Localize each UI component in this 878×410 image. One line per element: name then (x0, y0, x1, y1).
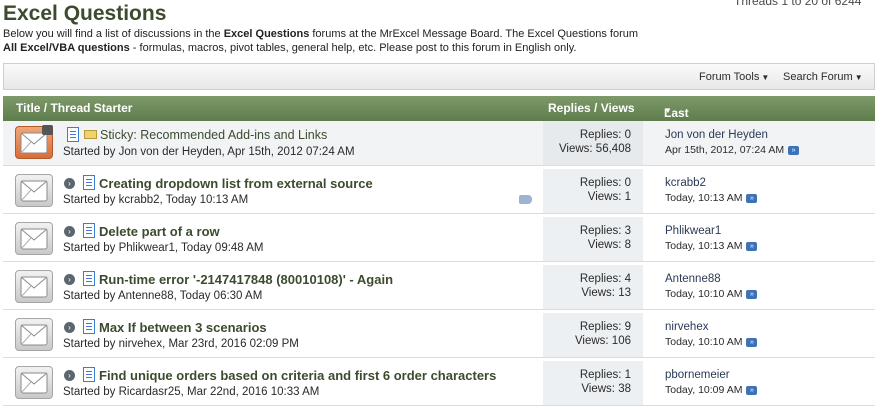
thread-title-link[interactable]: Find unique orders based on criteria and… (99, 368, 496, 383)
thread-title-link[interactable]: Delete part of a row (99, 224, 220, 239)
last-post-cell: nirvehex Today, 10:10 AM» (643, 313, 875, 357)
go-to-last-post-icon[interactable]: » (788, 145, 800, 155)
last-post-time: Today, 10:09 AM» (665, 384, 758, 396)
envelope-icon (15, 318, 53, 351)
thread-row: › Find unique orders based on criteria an… (3, 361, 875, 406)
sort-replies-link[interactable]: Replies / Views (548, 101, 635, 115)
views-count: Views: 1 (587, 191, 631, 203)
thread-main-cell: Sticky: Recommended Add-ins and Links Sta… (3, 121, 543, 165)
envelope-icon (15, 366, 53, 399)
views-count: Views: 56,408 (558, 143, 631, 155)
envelope-icon (15, 222, 53, 255)
envelope-icon (15, 270, 53, 303)
forum-description: Below you will find a list of discussion… (3, 28, 639, 54)
document-icon (83, 367, 95, 382)
thread-stats-cell: Replies: 3 Views: 8 (543, 217, 643, 261)
thread-starter: Started by Jon von der Heyden, Apr 15th,… (63, 146, 355, 158)
forum-tools-menu[interactable]: Forum Tools ▼ (699, 71, 769, 83)
last-post-cell: Jon von der Heyden Apr 15th, 2012, 07:24 … (643, 121, 875, 165)
thread-starter: Started by Ricardasr25, Mar 22nd, 2016 1… (63, 386, 320, 398)
thread-starter: Started by nirvehex, Mar 23rd, 2016 02:0… (63, 338, 299, 350)
thread-title-link[interactable]: Run-time error '-2147417848 (80010108)' … (99, 272, 393, 287)
last-post-user-link[interactable]: Jon von der Heyden (665, 129, 768, 141)
chevron-down-icon: ▼ (761, 73, 770, 82)
document-icon (83, 319, 95, 334)
thread-row: › Run-time error '-2147417848 (80010108)'… (3, 265, 875, 310)
go-to-first-unread-icon[interactable]: › (64, 322, 75, 333)
thread-stats-cell: Replies: 0 Views: 56,408 (543, 121, 643, 165)
go-to-last-post-icon[interactable]: » (746, 337, 758, 347)
mail-icon (84, 130, 97, 139)
go-to-first-unread-icon[interactable]: › (64, 178, 75, 189)
last-post-cell: pbornemeier Today, 10:09 AM» (643, 361, 875, 405)
thread-starter: Started by Antenne88, Today 06:30 AM (63, 290, 263, 302)
go-to-last-post-icon[interactable]: » (746, 289, 758, 299)
thread-main-cell: › Max If between 3 scenarios Started by ni… (3, 313, 543, 357)
document-icon (83, 175, 95, 190)
go-to-last-post-icon[interactable]: » (746, 193, 758, 203)
last-post-time: Apr 15th, 2012, 07:24 AM» (665, 144, 800, 156)
search-forum-menu[interactable]: Search Forum ▼ (783, 71, 863, 83)
thread-main-cell: › Creating dropdown list from external so… (3, 169, 543, 213)
thread-starter: Started by Phlikwear1, Today 09:48 AM (63, 242, 264, 254)
thread-main-cell: › Run-time error '-2147417848 (80010108)'… (3, 265, 543, 309)
thread-main-cell: › Delete part of a row Started by Phlikwea… (3, 217, 543, 261)
chevron-down-icon: ▼ (854, 73, 863, 82)
thread-list-header: Title / Thread Starter Replies / Views L… (3, 96, 875, 148)
replies-count: Replies: 0 (579, 177, 631, 189)
thread-title-link[interactable]: Max If between 3 scenarios (99, 320, 267, 335)
thread-stats-cell: Replies: 1 Views: 38 (543, 361, 643, 405)
last-post-time: Today, 10:13 AM» (665, 240, 758, 252)
envelope-icon (15, 174, 53, 207)
go-to-first-unread-icon[interactable]: › (64, 226, 75, 237)
thread-starter: Started by kcrabb2, Today 10:13 AM (63, 194, 249, 206)
last-post-time: Today, 10:10 AM» (665, 288, 758, 300)
go-to-first-unread-icon[interactable]: › (64, 370, 75, 381)
page-title: Excel Questions (3, 2, 167, 25)
thread-main-cell: › Find unique orders based on criteria an… (3, 361, 543, 405)
last-post-user-link[interactable]: pbornemeier (665, 369, 730, 381)
views-count: Views: 13 (581, 287, 631, 299)
thread-title-link[interactable]: Creating dropdown list from external sou… (99, 176, 373, 191)
thread-row: Sticky: Recommended Add-ins and Links Sta… (3, 121, 875, 166)
last-post-cell: Antenne88 Today, 10:10 AM» (643, 265, 875, 309)
thread-stats-cell: Replies: 0 Views: 1 (543, 169, 643, 213)
last-post-time: Today, 10:13 AM» (665, 192, 758, 204)
replies-count: Replies: 4 (579, 273, 631, 285)
replies-count: Replies: 1 (579, 369, 631, 381)
sort-title-link[interactable]: Title / Thread Starter (16, 101, 132, 115)
last-post-time: Today, 10:10 AM» (665, 336, 758, 348)
thread-row: › Creating dropdown list from external so… (3, 169, 875, 214)
go-to-last-post-icon[interactable]: » (746, 241, 758, 251)
forum-toolbar: Forum Tools ▼ Search Forum ▼ (3, 63, 875, 90)
document-icon (67, 127, 79, 142)
views-count: Views: 38 (581, 383, 631, 395)
tag-icon[interactable] (519, 195, 532, 204)
replies-count: Replies: 0 (579, 129, 631, 141)
last-post-cell: kcrabb2 Today, 10:13 AM» (643, 169, 875, 213)
sort-desc-icon: ▼ (664, 106, 672, 115)
document-icon (83, 271, 95, 286)
last-post-user-link[interactable]: Phlikwear1 (665, 225, 721, 237)
replies-count: Replies: 3 (579, 225, 631, 237)
go-to-first-unread-icon[interactable]: › (64, 274, 75, 285)
thread-row: › Max If between 3 scenarios Started by ni… (3, 313, 875, 358)
last-post-user-link[interactable]: Antenne88 (665, 273, 721, 285)
last-post-user-link[interactable]: kcrabb2 (665, 177, 706, 189)
views-count: Views: 106 (574, 335, 631, 347)
last-post-cell: Phlikwear1 Today, 10:13 AM» (643, 217, 875, 261)
views-count: Views: 8 (587, 239, 631, 251)
go-to-last-post-icon[interactable]: » (746, 385, 758, 395)
lock-icon (42, 125, 53, 135)
thread-title-link[interactable]: Sticky: Recommended Add-ins and Links (100, 128, 327, 142)
replies-count: Replies: 9 (579, 321, 631, 333)
last-post-user-link[interactable]: nirvehex (665, 321, 708, 333)
thread-stats-cell: Replies: 4 Views: 13 (543, 265, 643, 309)
thread-stats-cell: Replies: 9 Views: 106 (543, 313, 643, 357)
threads-count: Threads 1 to 20 of 6244 (734, 0, 862, 8)
document-icon (83, 223, 95, 238)
thread-row: › Delete part of a row Started by Phlikwea… (3, 217, 875, 262)
envelope-hot-icon (15, 125, 53, 159)
